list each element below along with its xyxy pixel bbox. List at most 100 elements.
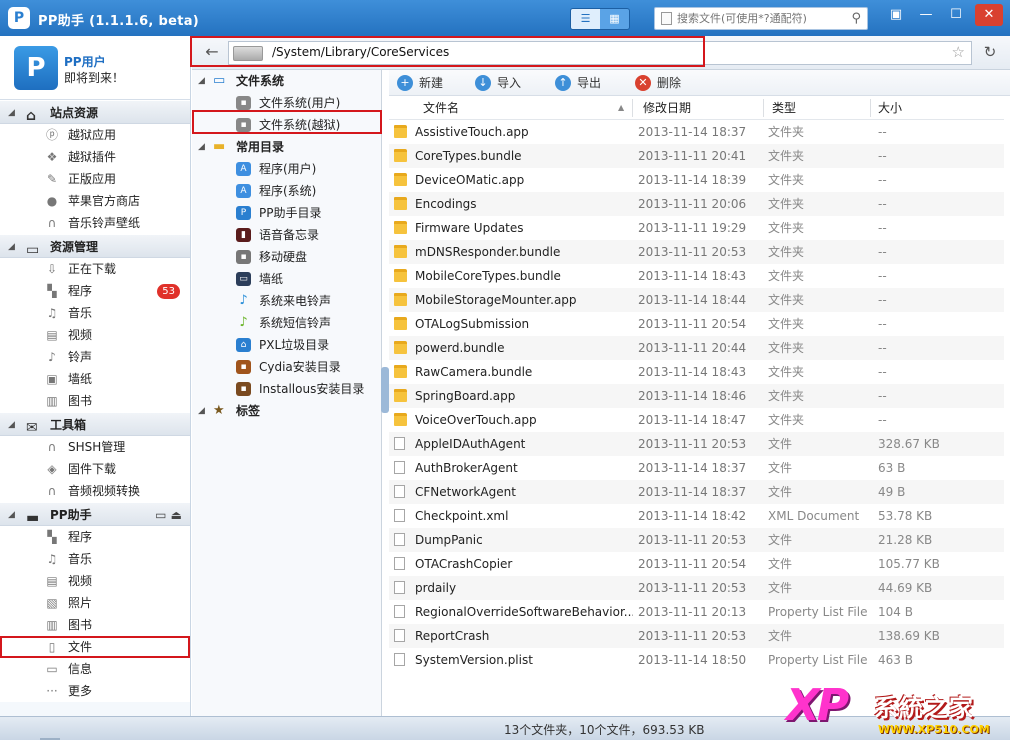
new-button[interactable]: + 新建 — [395, 73, 443, 93]
export-button[interactable]: ↑ 导出 — [553, 73, 601, 93]
column-name[interactable]: 文件名 — [423, 96, 459, 120]
file-row[interactable]: RegionalOverrideSoftwareBehavior... 2013-… — [389, 600, 1010, 624]
file-row[interactable]: SpringBoard.app 2013-11-14 18:46 文件夹 -- — [389, 384, 1010, 408]
avatar[interactable]: P — [14, 46, 58, 90]
battery-eject-icon[interactable]: ▭ ⏏ — [155, 503, 182, 527]
section-site[interactable]: ◢ ⌂ 站点资源 — [0, 100, 190, 124]
file-row[interactable]: RawCamera.bundle 2013-11-14 18:43 文件夹 -- — [389, 360, 1010, 384]
sidebar-item-shsh[interactable]: ∩ SHSH管理 — [0, 436, 190, 458]
tree-item-installous[interactable]: ▪ Installous安装目录 — [192, 378, 381, 400]
collapse-triangle-icon[interactable]: ◢ — [8, 101, 15, 125]
tree-item-fs-jailbreak[interactable]: ▪ 文件系统(越狱) — [192, 114, 381, 136]
tree-item-pp-dir[interactable]: P PP助手目录 — [192, 202, 381, 224]
file-row[interactable]: OTALogSubmission 2013-11-11 20:54 文件夹 -- — [389, 312, 1010, 336]
sidebar-item-apps[interactable]: ▚ 程序 53 — [0, 280, 190, 302]
file-row[interactable]: DumpPanic 2013-11-11 20:53 文件 21.28 KB — [389, 528, 1010, 552]
sidebar-item-ringtones[interactable]: ♪ 铃声 — [0, 346, 190, 368]
sidebar-item-books[interactable]: ▥ 图书 — [0, 390, 190, 412]
file-row[interactable]: MobileStorageMounter.app 2013-11-14 18:44… — [389, 288, 1010, 312]
star-icon[interactable]: ☆ — [952, 43, 965, 61]
search-box[interactable]: ⚲ — [654, 7, 868, 30]
tree-group-filesystem[interactable]: ◢ ▭ 文件系统 — [192, 70, 381, 92]
column-type[interactable]: 类型 — [772, 96, 796, 120]
column-divider[interactable] — [632, 99, 633, 117]
tree-item-cydia[interactable]: ▪ Cydia安装目录 — [192, 356, 381, 378]
column-divider[interactable] — [870, 99, 871, 117]
collapse-triangle-icon[interactable]: ◢ — [198, 400, 205, 422]
sidebar-item-wallpaper[interactable]: ▣ 墙纸 — [0, 368, 190, 390]
sidebar-item-video[interactable]: ▤ 视频 — [0, 324, 190, 346]
file-row[interactable]: CFNetworkAgent 2013-11-14 18:37 文件 49 B — [389, 480, 1010, 504]
file-row[interactable]: SystemVersion.plist 2013-11-14 18:50 Prope… — [389, 648, 1010, 672]
sidebar-item-pp-books[interactable]: ▥ 图书 — [0, 614, 190, 636]
column-size[interactable]: 大小 — [878, 96, 902, 120]
tree-item-voice-memos[interactable]: ▮ 语音备忘录 — [192, 224, 381, 246]
device-dropdown-icon[interactable] — [233, 46, 263, 61]
file-row[interactable]: mDNSResponder.bundle 2013-11-11 20:53 文件夹 -… — [389, 240, 1010, 264]
user-name[interactable]: PP用户 — [64, 53, 106, 70]
section-resources[interactable]: ◢ ▭ 资源管理 — [0, 234, 190, 258]
panel-collapse-handle[interactable] — [381, 367, 389, 413]
maximize-button[interactable]: ☐ — [942, 4, 970, 26]
file-row[interactable]: VoiceOverTouch.app 2013-11-14 18:47 文件夹 -- — [389, 408, 1010, 432]
minimize-button[interactable]: — — [912, 4, 940, 26]
sidebar-item-pp-more[interactable]: ··· 更多 — [0, 680, 190, 702]
sidebar-item-av-convert[interactable]: ∩ 音频视频转换 — [0, 480, 190, 502]
collapse-triangle-icon[interactable]: ◢ — [198, 136, 205, 158]
section-pp[interactable]: ◢ ▬ PP助手 ▭ ⏏ — [0, 502, 190, 526]
sidebar-item-jailbreak-plugins[interactable]: ❖ 越狱插件 — [0, 146, 190, 168]
search-input[interactable] — [677, 10, 837, 27]
tree-item-sms-ringtone[interactable]: ♪ 系统短信铃声 — [192, 312, 381, 334]
tree-item-apps-user[interactable]: A 程序(用户) — [192, 158, 381, 180]
file-row[interactable]: powerd.bundle 2013-11-11 20:44 文件夹 -- — [389, 336, 1010, 360]
sidebar-item-pp-music[interactable]: ♫ 音乐 — [0, 548, 190, 570]
sidebar-item-jailbreak-apps[interactable]: ⓟ 越狱应用 — [0, 124, 190, 146]
refresh-icon[interactable]: ↻ — [978, 42, 1002, 64]
file-row[interactable]: MobileCoreTypes.bundle 2013-11-14 18:43 文件… — [389, 264, 1010, 288]
file-row[interactable]: prdaily 2013-11-11 20:53 文件 44.69 KB — [389, 576, 1010, 600]
file-row[interactable]: OTACrashCopier 2013-11-11 20:54 文件 105.77 K… — [389, 552, 1010, 576]
file-row[interactable]: AuthBrokerAgent 2013-11-14 18:37 文件 63 B — [389, 456, 1010, 480]
file-row[interactable]: Checkpoint.xml 2013-11-14 18:42 XML Docume… — [389, 504, 1010, 528]
file-row[interactable]: DeviceOMatic.app 2013-11-14 18:39 文件夹 -- — [389, 168, 1010, 192]
file-row[interactable]: ReportCrash 2013-11-11 20:53 文件 138.69 KB — [389, 624, 1010, 648]
sidebar-item-firmware[interactable]: ◈ 固件下载 — [0, 458, 190, 480]
sidebar-item-pp-photos[interactable]: ▧ 照片 — [0, 592, 190, 614]
sidebar-item-music-ringtone-wallpaper[interactable]: ∩ 音乐铃声壁纸 — [0, 212, 190, 234]
sidebar-item-pp-files[interactable]: ▯ 文件 — [0, 636, 190, 658]
sidebar-item-music[interactable]: ♫ 音乐 — [0, 302, 190, 324]
menu-button[interactable]: ▣ — [882, 4, 910, 26]
file-row[interactable]: Firmware Updates 2013-11-11 19:29 文件夹 -- — [389, 216, 1010, 240]
tree-item-pxl-trash[interactable]: ⌂ PXL垃圾目录 — [192, 334, 381, 356]
tree-item-wallpaper[interactable]: ▭ 墙纸 — [192, 268, 381, 290]
tree-item-apps-system[interactable]: A 程序(系统) — [192, 180, 381, 202]
sidebar-item-pp-video[interactable]: ▤ 视频 — [0, 570, 190, 592]
file-row[interactable]: Encodings 2013-11-11 20:06 文件夹 -- — [389, 192, 1010, 216]
collapse-triangle-icon[interactable]: ◢ — [8, 413, 15, 437]
scrollbar[interactable] — [1004, 96, 1010, 716]
column-divider[interactable] — [763, 99, 764, 117]
search-icon[interactable]: ⚲ — [851, 11, 861, 26]
sidebar-item-pp-messages[interactable]: ▭ 信息 — [0, 658, 190, 680]
tree-item-call-ringtone[interactable]: ♪ 系统来电铃声 — [192, 290, 381, 312]
tree-group-common[interactable]: ◢ ▬ 常用目录 — [192, 136, 381, 158]
tree-item-fs-user[interactable]: ▪ 文件系统(用户) — [192, 92, 381, 114]
view-toggle[interactable]: ☰ ▦ — [570, 8, 630, 30]
file-row[interactable]: CoreTypes.bundle 2013-11-11 20:41 文件夹 -- — [389, 144, 1010, 168]
column-date[interactable]: 修改日期 — [643, 96, 691, 120]
sidebar-item-genuine-apps[interactable]: ✎ 正版应用 — [0, 168, 190, 190]
tree-item-mobile-disk[interactable]: ▪ 移动硬盘 — [192, 246, 381, 268]
close-button[interactable]: ✕ — [975, 4, 1003, 26]
collapse-triangle-icon[interactable]: ◢ — [198, 70, 205, 92]
import-button[interactable]: ↓ 导入 — [473, 73, 521, 93]
address-path[interactable]: /System/Library/CoreServices — [272, 45, 449, 59]
sidebar-item-downloading[interactable]: ⇩ 正在下载 — [0, 258, 190, 280]
section-tools[interactable]: ◢ ✉ 工具箱 — [0, 412, 190, 436]
delete-button[interactable]: ✕ 删除 — [633, 73, 681, 93]
sidebar-item-pp-apps[interactable]: ▚ 程序 — [0, 526, 190, 548]
address-field[interactable]: /System/Library/CoreServices ☆ — [228, 41, 972, 65]
file-row[interactable]: AssistiveTouch.app 2013-11-14 18:37 文件夹 -- — [389, 120, 1010, 144]
list-view-icon[interactable]: ☰ — [571, 9, 600, 29]
back-arrow-icon[interactable]: ← — [200, 42, 224, 64]
collapse-triangle-icon[interactable]: ◢ — [8, 235, 15, 259]
